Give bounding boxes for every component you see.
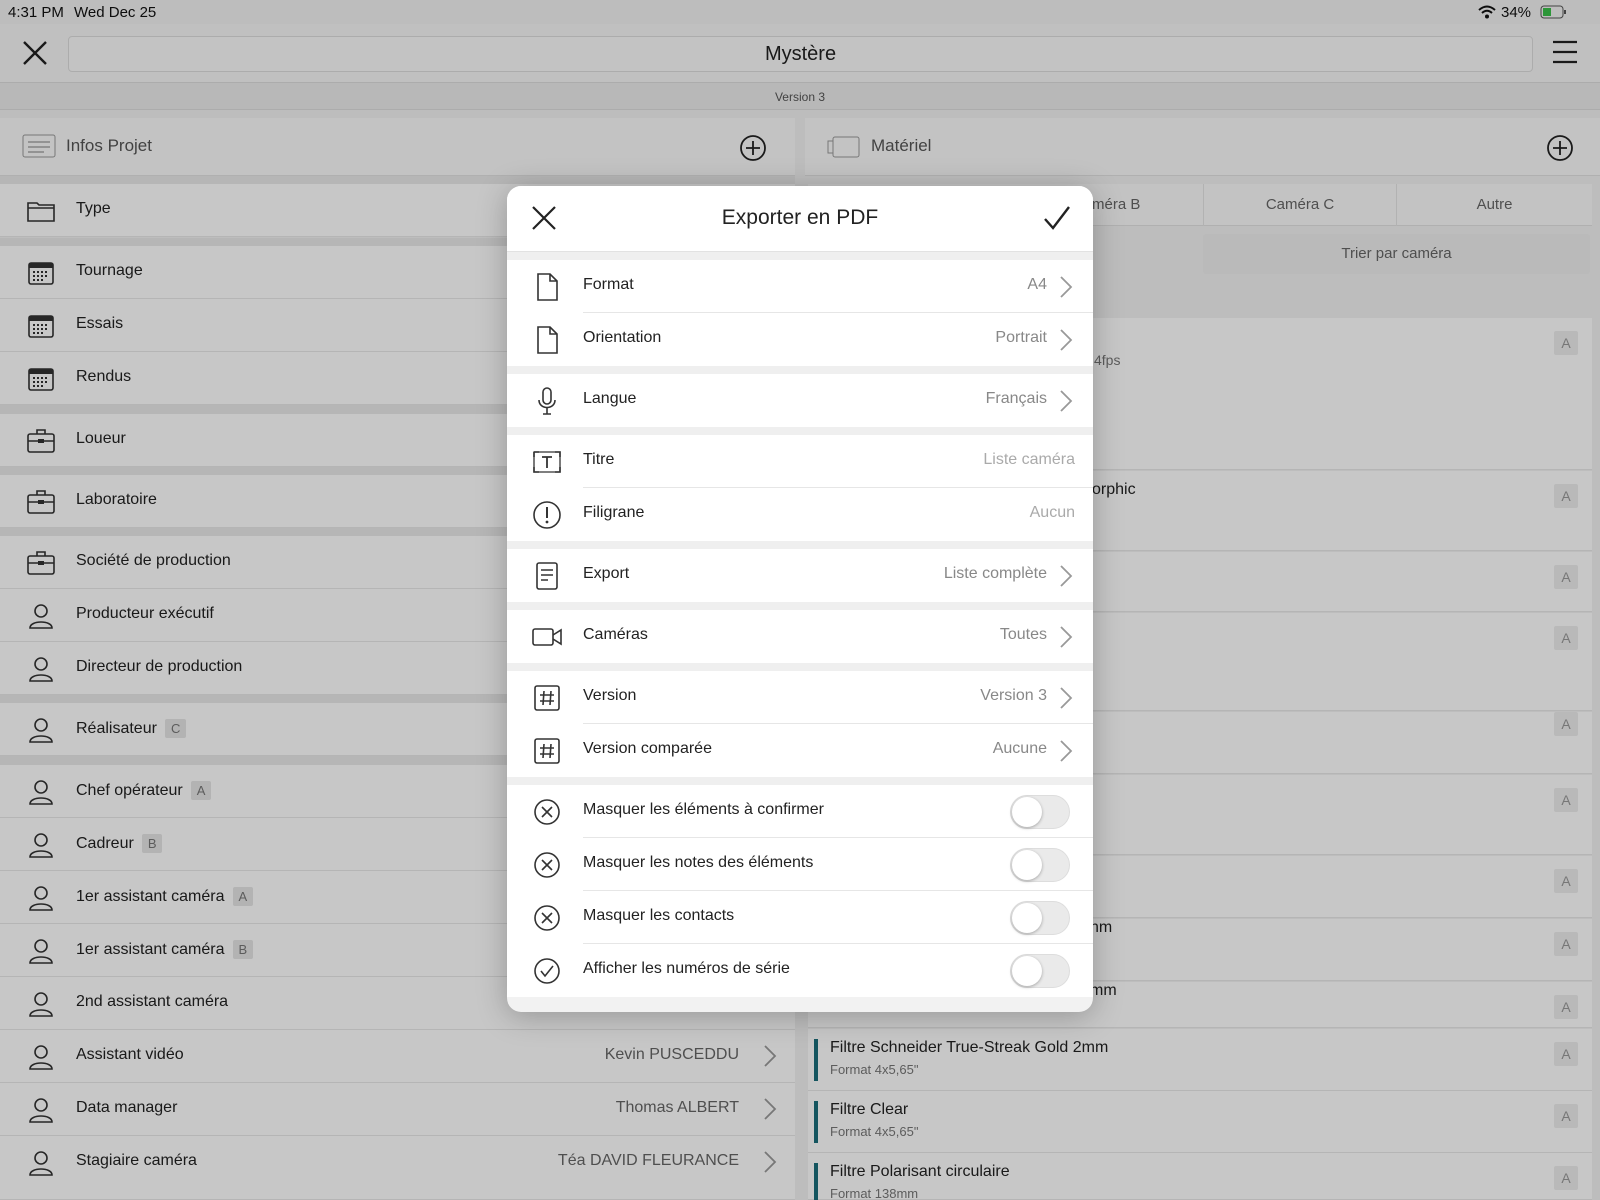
- check-circle-icon: [531, 955, 563, 987]
- section-gap: [507, 541, 1093, 549]
- option-label: Caméras: [583, 626, 648, 643]
- toggle-label: Masquer les notes des éléments: [583, 854, 814, 871]
- toggle-option-row: Masquer les contacts: [507, 891, 1093, 944]
- x-circle-icon: [531, 902, 563, 934]
- toggle-switch[interactable]: [1010, 848, 1070, 882]
- dialog-header: Exporter en PDF: [507, 186, 1093, 252]
- option-value: Toutes: [999, 626, 1047, 643]
- option-label: Export: [583, 565, 630, 582]
- export-option-row[interactable]: Export Liste complète: [507, 549, 1093, 602]
- option-label: Version comparée: [583, 740, 712, 757]
- chevron-right-icon: [1059, 389, 1073, 412]
- option-value: Liste complète: [943, 565, 1047, 582]
- option-label: Version: [583, 687, 637, 704]
- chevron-right-icon: [1059, 739, 1073, 762]
- toggle-switch[interactable]: [1010, 795, 1070, 829]
- option-label: Format: [583, 276, 634, 293]
- document-icon: [531, 324, 563, 356]
- option-value: Français: [985, 390, 1047, 407]
- option-label: Filigrane: [583, 504, 645, 521]
- toggle-label: Afficher les numéros de série: [583, 960, 790, 977]
- export-option-row[interactable]: Filigrane Aucun: [507, 488, 1093, 541]
- video-camera-icon: [531, 621, 563, 653]
- export-option-row[interactable]: Format A4: [507, 260, 1093, 313]
- section-gap: [507, 366, 1093, 374]
- toggle-label: Masquer les éléments à confirmer: [583, 801, 824, 818]
- export-option-row[interactable]: Orientation Portrait: [507, 313, 1093, 366]
- export-option-row[interactable]: Titre Liste caméra: [507, 435, 1093, 488]
- toggle-option-row: Masquer les notes des éléments: [507, 838, 1093, 891]
- option-value: Aucune: [992, 740, 1047, 757]
- section-gap: [507, 427, 1093, 435]
- hash-icon: [531, 735, 563, 767]
- section-gap: [507, 777, 1093, 785]
- option-label: Orientation: [583, 329, 662, 346]
- option-input-placeholder[interactable]: Aucun: [1030, 504, 1075, 522]
- export-option-row[interactable]: Version comparée Aucune: [507, 724, 1093, 777]
- option-value: Version 3: [980, 687, 1047, 704]
- toggle-knob: [1012, 956, 1042, 986]
- confirm-check-icon[interactable]: [1043, 205, 1071, 231]
- section-gap: [507, 602, 1093, 610]
- section-gap: [507, 663, 1093, 671]
- option-label: Langue: [583, 390, 637, 407]
- document-icon: [531, 271, 563, 303]
- chevron-right-icon: [1059, 686, 1073, 709]
- export-option-row[interactable]: Caméras Toutes: [507, 610, 1093, 663]
- export-option-row[interactable]: Version Version 3: [507, 671, 1093, 724]
- dialog-title: Exporter en PDF: [721, 206, 879, 229]
- section-gap: [507, 252, 1093, 260]
- chevron-right-icon: [1059, 328, 1073, 351]
- export-option-row[interactable]: Langue Français: [507, 374, 1093, 427]
- microphone-icon: [531, 385, 563, 417]
- option-value: A4: [1027, 276, 1047, 293]
- chevron-right-icon: [1059, 625, 1073, 648]
- toggle-knob: [1012, 797, 1042, 827]
- list-document-icon: [531, 560, 563, 592]
- x-circle-icon: [531, 796, 563, 828]
- toggle-switch[interactable]: [1010, 901, 1070, 935]
- option-label: Titre: [583, 451, 615, 468]
- hash-icon: [531, 682, 563, 714]
- toggle-knob: [1012, 850, 1042, 880]
- toggle-knob: [1012, 903, 1042, 933]
- chevron-right-icon: [1059, 564, 1073, 587]
- exclamation-circle-icon: [531, 499, 563, 531]
- option-value: Portrait: [995, 329, 1047, 346]
- x-circle-icon: [531, 849, 563, 881]
- toggle-option-row: Afficher les numéros de série: [507, 944, 1093, 997]
- toggle-label: Masquer les contacts: [583, 907, 735, 924]
- option-input-placeholder[interactable]: Liste caméra: [983, 451, 1075, 469]
- text-box-icon: [531, 446, 563, 478]
- toggle-option-row: Masquer les éléments à confirmer: [507, 785, 1093, 838]
- chevron-right-icon: [1059, 275, 1073, 298]
- toggle-switch[interactable]: [1010, 954, 1070, 988]
- export-pdf-dialog: Exporter en PDF Format A4 Orientation Portr…: [507, 186, 1093, 1012]
